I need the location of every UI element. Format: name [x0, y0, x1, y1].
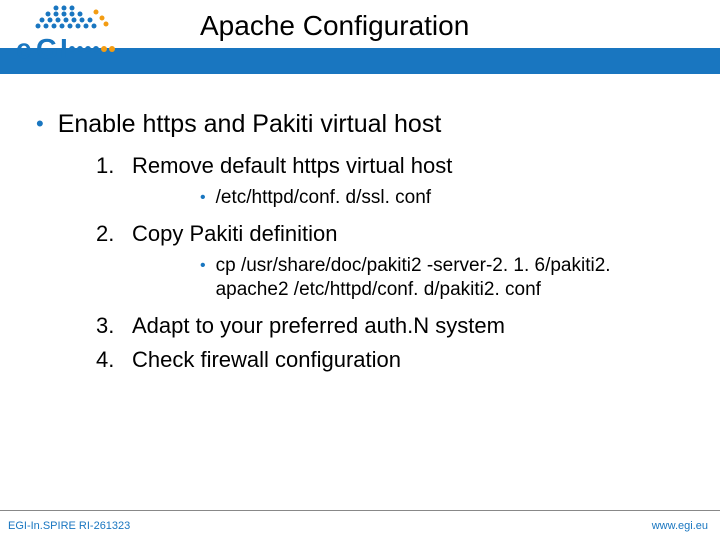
list-item: 3. Adapt to your preferred auth.N system — [96, 312, 690, 340]
item-number: 1. — [96, 152, 124, 180]
list-item: 1. Remove default https virtual host — [96, 152, 690, 180]
slide-title: Apache Configuration — [200, 10, 469, 42]
header: e G I Apache Configuration — [0, 0, 720, 80]
egi-logo: e G I — [8, 2, 138, 72]
footer-left-text: EGI-In.SPIRE RI-261323 — [8, 520, 130, 532]
item-number: 3. — [96, 312, 124, 340]
svg-text:e: e — [16, 33, 32, 64]
bullet-icon: • — [200, 254, 206, 278]
list-item: 2. Copy Pakiti definition — [96, 220, 690, 248]
sub-item: • /etc/httpd/conf. d/ssl. conf — [200, 186, 690, 210]
sub-item-text: cp /usr/share/doc/pakiti2 -server-2. 1. … — [216, 254, 616, 302]
content: • Enable https and Pakiti virtual host 1… — [0, 80, 720, 374]
svg-text:I: I — [60, 33, 68, 64]
main-bullet: • Enable https and Pakiti virtual host — [36, 110, 690, 138]
main-bullet-text: Enable https and Pakiti virtual host — [58, 110, 442, 138]
item-text: Check firewall configuration — [132, 346, 401, 374]
numbered-list: 1. Remove default https virtual host • /… — [96, 152, 690, 374]
list-item: 4. Check firewall configuration — [96, 346, 690, 374]
item-text: Adapt to your preferred auth.N system — [132, 312, 505, 340]
svg-text:G: G — [36, 33, 58, 64]
bullet-icon: • — [200, 186, 206, 210]
sub-list: • /etc/httpd/conf. d/ssl. conf — [200, 186, 690, 210]
sub-list: • cp /usr/share/doc/pakiti2 -server-2. 1… — [200, 254, 690, 302]
item-number: 2. — [96, 220, 124, 248]
item-number: 4. — [96, 346, 124, 374]
sub-item: • cp /usr/share/doc/pakiti2 -server-2. 1… — [200, 254, 690, 302]
footer-right-link[interactable]: www.egi.eu — [652, 520, 708, 532]
footer: EGI-In.SPIRE RI-261323 www.egi.eu — [0, 510, 720, 540]
item-text: Remove default https virtual host — [132, 152, 452, 180]
item-text: Copy Pakiti definition — [132, 220, 337, 248]
bullet-icon: • — [36, 110, 44, 138]
sub-item-text: /etc/httpd/conf. d/ssl. conf — [216, 186, 431, 210]
